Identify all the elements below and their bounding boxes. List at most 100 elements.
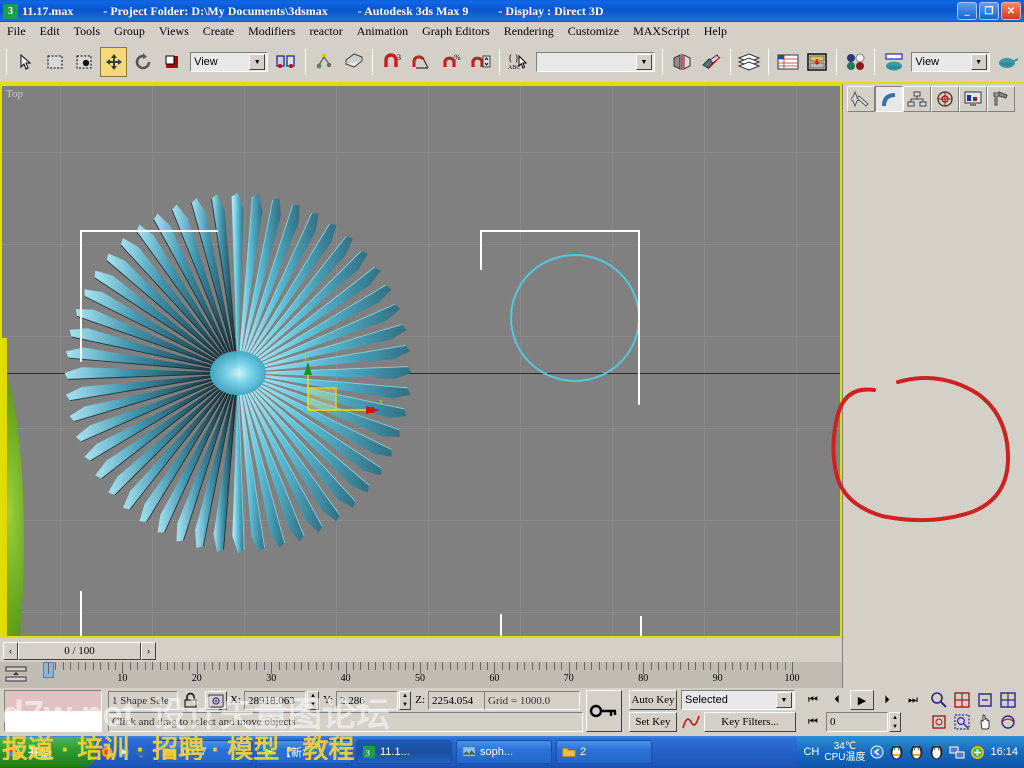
taskbar-item-folder-1117[interactable]: 11.17 xyxy=(156,740,252,764)
network-icon[interactable] xyxy=(949,745,965,760)
qq-icon[interactable] xyxy=(889,744,904,761)
y-coord-field[interactable]: 2.286 xyxy=(336,691,398,710)
menu-modifiers[interactable]: Modifiers xyxy=(241,22,302,41)
go-to-start-button[interactable]: ⏮ xyxy=(802,690,824,710)
x-coord-field[interactable]: 28918.063 xyxy=(244,691,306,710)
set-key-button[interactable]: Set Key xyxy=(629,712,677,732)
ime-indicator[interactable]: CH xyxy=(803,746,819,758)
start-button[interactable]: 开始 xyxy=(0,737,96,767)
use-pivot-point-center-icon[interactable] xyxy=(272,47,299,77)
menu-views[interactable]: Views xyxy=(152,22,196,41)
zoom-all-icon[interactable] xyxy=(953,691,971,709)
render-viewport-dropdown[interactable]: View ▼ xyxy=(911,52,990,72)
menu-tools[interactable]: Tools xyxy=(67,22,108,41)
qq-icon[interactable] xyxy=(929,744,944,761)
taskbar-item-new-window[interactable]: 【新... xyxy=(256,740,352,764)
open-mini-curve-editor-icon[interactable] xyxy=(5,665,27,683)
reference-coordinate-system-dropdown[interactable]: View ▼ xyxy=(190,52,269,72)
menu-graph-editors[interactable]: Graph Editors xyxy=(415,22,497,41)
modify-tab[interactable] xyxy=(875,86,903,112)
menu-edit[interactable]: Edit xyxy=(33,22,67,41)
quicklaunch-browser-icon[interactable] xyxy=(100,745,114,759)
current-frame-spinner[interactable]: ▲ ▼ xyxy=(889,712,901,732)
rectangular-select-region-icon[interactable] xyxy=(41,47,68,77)
starburst-fan-object[interactable] xyxy=(2,86,842,638)
previous-frame-arrow[interactable]: ‹ xyxy=(3,642,18,660)
key-filter-mode-dropdown[interactable]: Selected ▼ xyxy=(681,690,795,710)
next-frame-arrow[interactable]: › xyxy=(141,642,156,660)
render-scene-dialog-icon[interactable] xyxy=(880,47,907,77)
select-and-scale-icon[interactable] xyxy=(159,47,186,77)
taskbar-item-folder-2[interactable]: 2 xyxy=(556,740,652,764)
key-filters-button[interactable]: Key Filters... xyxy=(704,712,796,732)
zoom-extents-icon[interactable] xyxy=(976,691,994,709)
quick-render-icon[interactable] xyxy=(994,47,1021,77)
named-selection-sets-input[interactable]: ▼ xyxy=(535,52,656,72)
circle-spline[interactable] xyxy=(510,254,640,382)
taskbar-item-max[interactable]: 3 11.1... xyxy=(356,740,452,764)
key-mode-toggle-button[interactable] xyxy=(586,690,622,732)
zoom-icon[interactable] xyxy=(930,691,948,709)
auto-key-button[interactable]: Auto Key xyxy=(629,690,677,710)
mirror-icon[interactable] xyxy=(668,47,695,77)
key-mode-nav-icon[interactable]: ⏮ xyxy=(802,712,824,732)
select-and-move-icon[interactable] xyxy=(100,47,128,77)
pan-view-icon[interactable] xyxy=(976,713,994,731)
percent-snap-toggle-icon[interactable]: % xyxy=(437,47,464,77)
align-icon[interactable] xyxy=(697,47,724,77)
menu-maxscript[interactable]: MAXScript xyxy=(626,22,697,41)
angle-snap-toggle-icon[interactable] xyxy=(408,47,435,77)
field-of-view-icon[interactable] xyxy=(930,713,948,731)
y-coord-spinner[interactable]: ▲ ▼ xyxy=(399,691,411,710)
viewport-top[interactable]: Top y x xyxy=(0,84,842,638)
schematic-view-icon[interactable] xyxy=(803,47,830,77)
quicklaunch-media-icon[interactable] xyxy=(117,745,131,759)
update-icon[interactable] xyxy=(970,745,985,760)
minimize-button[interactable]: _ xyxy=(957,2,977,20)
track-bar[interactable]: 10 20 30 40 50 60 70 80 90 100 xyxy=(0,662,842,688)
utilities-tab[interactable] xyxy=(987,86,1015,112)
motion-tab[interactable] xyxy=(931,86,959,112)
menu-reactor[interactable]: reactor xyxy=(302,22,349,41)
menu-file[interactable]: File xyxy=(0,22,33,41)
close-button[interactable]: ✕ xyxy=(1001,2,1021,20)
spinner-snap-toggle-icon[interactable] xyxy=(466,47,493,77)
window-crossing-toggle-icon[interactable] xyxy=(71,47,98,77)
hierarchy-tab[interactable] xyxy=(903,86,931,112)
quicklaunch-desktop-icon[interactable] xyxy=(134,745,148,759)
set-key-curve-icon[interactable] xyxy=(681,712,701,732)
x-coord-spinner[interactable]: ▲ ▼ xyxy=(307,691,319,710)
menu-create[interactable]: Create xyxy=(196,22,241,41)
taskbar-item-soph[interactable]: soph... xyxy=(456,740,552,764)
previous-frame-button[interactable]: ⏴ xyxy=(826,690,848,710)
arc-rotate-icon[interactable] xyxy=(999,713,1017,731)
maxscript-mini-listener[interactable] xyxy=(4,690,102,732)
menu-rendering[interactable]: Rendering xyxy=(497,22,561,41)
select-object-icon[interactable] xyxy=(12,47,39,77)
named-selection-sets-icon[interactable]: { } ABC xyxy=(505,47,532,77)
next-frame-button[interactable]: ⏵ xyxy=(876,690,898,710)
taskbar-clock[interactable]: 16:14 xyxy=(990,746,1018,758)
select-and-rotate-icon[interactable] xyxy=(129,47,156,77)
menu-group[interactable]: Group xyxy=(107,22,152,41)
viewport-canvas[interactable]: Top y x xyxy=(2,86,840,636)
menu-customize[interactable]: Customize xyxy=(561,22,626,41)
qq-icon[interactable] xyxy=(909,744,924,761)
material-editor-icon[interactable] xyxy=(842,47,869,77)
go-to-end-button[interactable]: ⏭ xyxy=(902,690,924,710)
bind-to-space-warp-icon[interactable] xyxy=(340,47,367,77)
current-frame-display[interactable]: 0 / 100 xyxy=(18,642,141,660)
transform-gizmo[interactable]: y x xyxy=(292,356,402,426)
zoom-extents-all-icon[interactable] xyxy=(999,691,1017,709)
tray-expand-icon[interactable] xyxy=(870,745,884,759)
absolute-relative-transform-toggle[interactable] xyxy=(205,691,227,710)
select-and-link-icon[interactable] xyxy=(311,47,338,77)
z-coord-field[interactable]: 2254.054 xyxy=(428,691,490,710)
lock-selection-icon[interactable] xyxy=(182,692,199,709)
display-tab[interactable] xyxy=(959,86,987,112)
menu-animation[interactable]: Animation xyxy=(350,22,415,41)
snaps-toggle-icon[interactable]: 3 xyxy=(378,47,405,77)
zoom-region-icon[interactable] xyxy=(953,713,971,731)
layer-manager-icon[interactable] xyxy=(736,47,763,77)
current-frame-field[interactable]: 0 xyxy=(826,712,888,732)
